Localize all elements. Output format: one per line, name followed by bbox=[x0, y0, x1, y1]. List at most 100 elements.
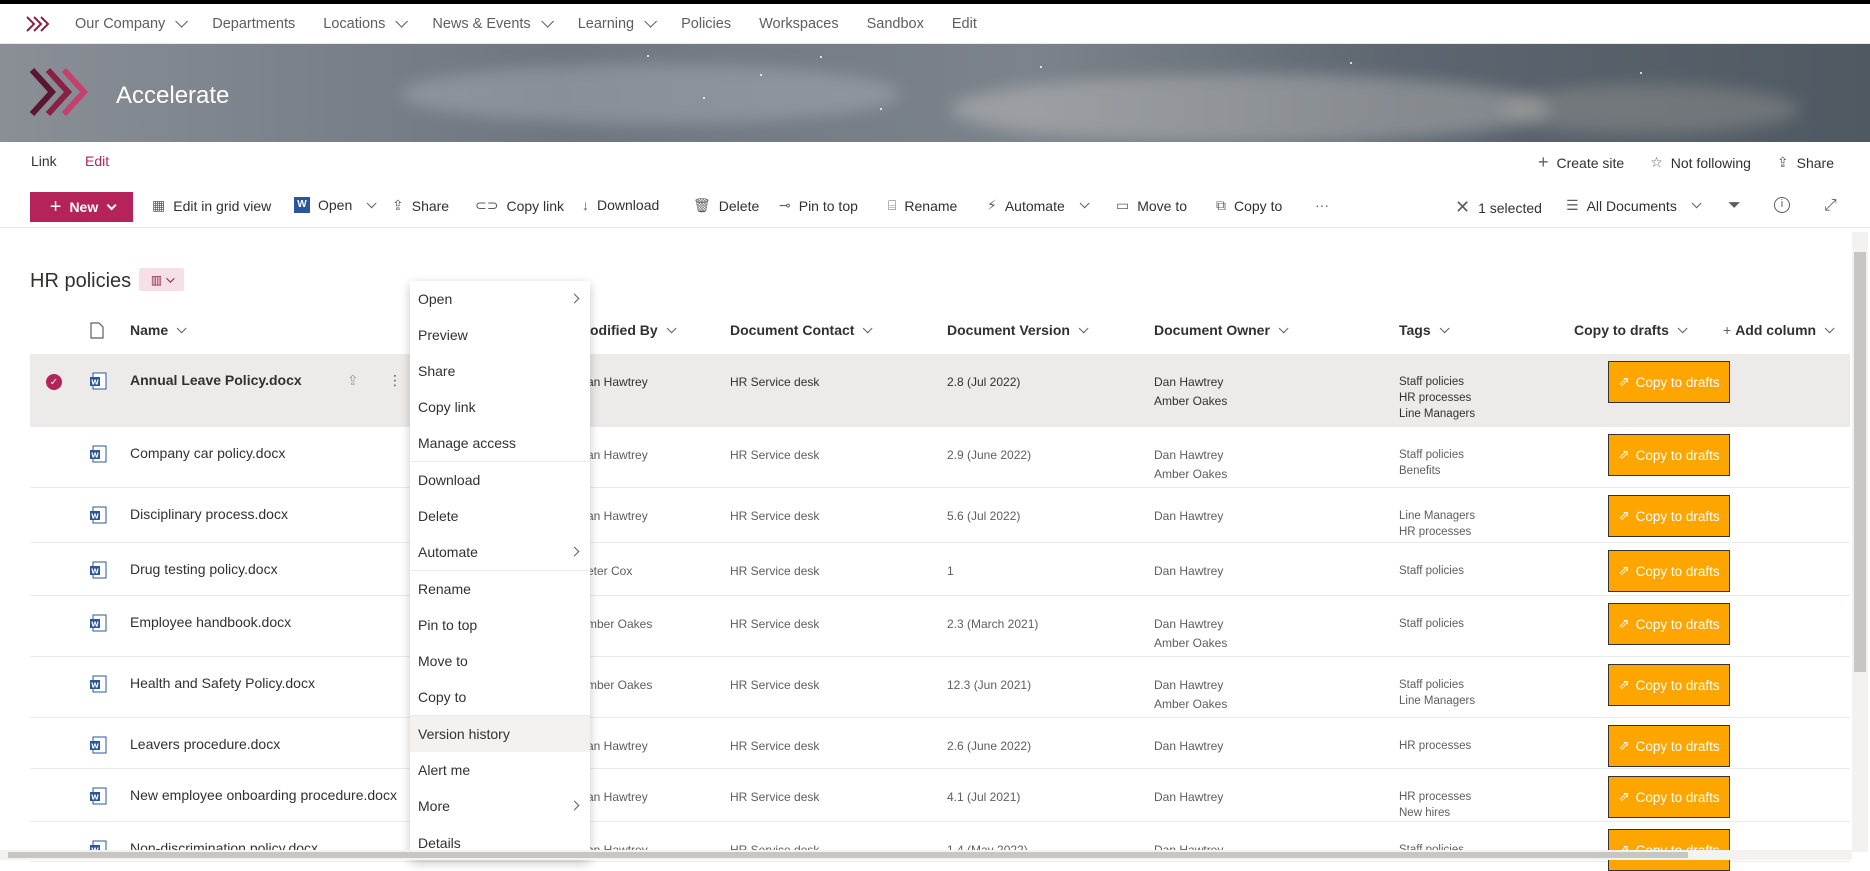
nav-edit[interactable]: Edit bbox=[85, 153, 109, 169]
document-owner[interactable]: Dan Hawtrey bbox=[1154, 616, 1223, 632]
menu-item-version-history[interactable]: Version history bbox=[410, 716, 590, 752]
tag[interactable]: HR processes bbox=[1399, 390, 1471, 406]
horizontal-scrollbar[interactable] bbox=[0, 850, 1852, 860]
menu-item-download[interactable]: Download bbox=[410, 462, 590, 498]
table-row[interactable]: ✓ W Annual Leave Policy.docx ⇪ ⋮ an Hawtrey HR… bbox=[30, 354, 1850, 427]
fullscreen-icon[interactable]: ⤢ bbox=[1824, 197, 1837, 215]
menu-item-open[interactable]: Open bbox=[410, 281, 590, 317]
site-title[interactable]: Accelerate bbox=[116, 82, 229, 110]
topnav-item[interactable]: Our Company bbox=[75, 15, 189, 32]
scroll-thumb[interactable] bbox=[8, 852, 1688, 858]
pin-to-top-button[interactable]: ⊸ Pin to top bbox=[779, 197, 858, 214]
table-row[interactable]: W Health and Safety Policy.docx mber Oakes… bbox=[30, 657, 1850, 718]
column-header-contact[interactable]: Document Contact bbox=[730, 322, 874, 338]
tag[interactable]: HR processes bbox=[1399, 524, 1471, 540]
share-icon[interactable]: ⇪ bbox=[347, 372, 359, 388]
create-site-button[interactable]: + Create site bbox=[1538, 152, 1624, 173]
site-logo-icon[interactable] bbox=[28, 66, 94, 121]
more-commands-button[interactable]: ··· bbox=[1315, 197, 1329, 213]
topnav-item[interactable]: Sandbox bbox=[867, 16, 924, 32]
copy-to-drafts-button[interactable]: ⇗ Copy to drafts bbox=[1608, 725, 1730, 767]
scroll-thumb[interactable] bbox=[1854, 252, 1866, 672]
tag[interactable]: Staff policies bbox=[1399, 616, 1464, 632]
document-owner[interactable]: Dan Hawtrey bbox=[1154, 447, 1223, 463]
topnav-item[interactable]: Locations bbox=[323, 15, 409, 32]
document-owner[interactable]: Dan Hawtrey bbox=[1154, 677, 1223, 693]
document-owner[interactable]: Amber Oakes bbox=[1154, 393, 1227, 409]
file-name[interactable]: Employee handbook.docx bbox=[130, 614, 291, 630]
column-header-modified-by[interactable]: odified By bbox=[590, 322, 677, 338]
menu-item-rename[interactable]: Rename bbox=[410, 571, 590, 607]
nav-link[interactable]: Link bbox=[31, 153, 57, 169]
file-name[interactable]: Leavers procedure.docx bbox=[130, 736, 280, 752]
hub-logo-icon[interactable] bbox=[0, 4, 75, 44]
modified-by[interactable]: an Hawtrey bbox=[587, 738, 648, 754]
column-header-copy[interactable]: Copy to drafts bbox=[1574, 322, 1688, 338]
topnav-item[interactable]: Learning bbox=[578, 15, 658, 32]
topnav-item[interactable]: Policies bbox=[681, 16, 731, 32]
tag[interactable]: Staff policies bbox=[1399, 677, 1464, 693]
info-icon[interactable]: i bbox=[1774, 197, 1790, 213]
move-to-button[interactable]: ▭ Move to bbox=[1116, 197, 1187, 214]
rename-button[interactable]: ⌸ Rename bbox=[888, 197, 957, 214]
copy-to-drafts-button[interactable]: ⇗ Copy to drafts bbox=[1608, 495, 1730, 537]
tag[interactable]: Staff policies bbox=[1399, 374, 1464, 390]
column-header-tags[interactable]: Tags bbox=[1399, 322, 1450, 338]
table-row[interactable]: W Drug testing policy.docx eter Cox HR Serv… bbox=[30, 543, 1850, 596]
file-type-header[interactable] bbox=[90, 322, 104, 339]
topnav-item[interactable]: Workspaces bbox=[759, 16, 839, 32]
clear-selection-button[interactable]: ✕ 1 selected bbox=[1455, 197, 1542, 218]
more-vertical-icon[interactable]: ⋮ bbox=[388, 372, 402, 388]
file-name[interactable]: Company car policy.docx bbox=[130, 445, 285, 461]
menu-item-pin-to-top[interactable]: Pin to top bbox=[410, 607, 590, 643]
table-row[interactable]: W Disciplinary process.docx an Hawtrey HR S… bbox=[30, 488, 1850, 543]
tag[interactable]: Staff policies bbox=[1399, 447, 1464, 463]
modified-by[interactable]: an Hawtrey bbox=[587, 374, 648, 390]
document-owner[interactable]: Amber Oakes bbox=[1154, 635, 1227, 651]
document-owner[interactable]: Amber Oakes bbox=[1154, 696, 1227, 712]
library-view-badge[interactable]: ▥ bbox=[139, 268, 184, 291]
document-owner[interactable]: Dan Hawtrey bbox=[1154, 508, 1223, 524]
open-button[interactable]: W Open bbox=[294, 197, 377, 213]
tag[interactable]: Line Managers bbox=[1399, 693, 1475, 709]
file-name[interactable]: Disciplinary process.docx bbox=[130, 506, 288, 522]
document-owner[interactable]: Amber Oakes bbox=[1154, 466, 1227, 482]
topnav-item[interactable]: Edit bbox=[952, 16, 977, 32]
topnav-item[interactable]: News & Events bbox=[432, 15, 554, 32]
tag[interactable]: Staff policies bbox=[1399, 563, 1464, 579]
table-row[interactable]: W Company car policy.docx an Hawtrey HR Ser… bbox=[30, 427, 1850, 488]
vertical-scrollbar[interactable] bbox=[1852, 232, 1868, 852]
copy-link-button[interactable]: ⊂⊃ Copy link bbox=[475, 197, 564, 214]
table-row[interactable]: W Employee handbook.docx mber Oakes HR Serv… bbox=[30, 596, 1850, 657]
view-switcher[interactable]: ☰ All Documents bbox=[1566, 197, 1702, 214]
menu-item-preview[interactable]: Preview bbox=[410, 317, 590, 353]
table-row[interactable]: W Leavers procedure.docx an Hawtrey HR Serv… bbox=[30, 718, 1850, 769]
file-name[interactable]: New employee onboarding procedure.docx bbox=[130, 787, 397, 803]
tag[interactable]: Line Managers bbox=[1399, 508, 1475, 524]
tag[interactable]: New hires bbox=[1399, 805, 1450, 821]
copy-to-drafts-button[interactable]: ⇗ Copy to drafts bbox=[1608, 664, 1730, 706]
topnav-item[interactable]: Departments bbox=[212, 16, 295, 32]
modified-by[interactable]: an Hawtrey bbox=[587, 508, 648, 524]
document-owner[interactable]: Dan Hawtrey bbox=[1154, 789, 1223, 805]
filter-icon[interactable]: ⏷ bbox=[1728, 197, 1741, 215]
menu-item-delete[interactable]: Delete bbox=[410, 498, 590, 534]
menu-item-copy-to[interactable]: Copy to bbox=[410, 679, 590, 715]
column-header-version[interactable]: Document Version bbox=[947, 322, 1089, 338]
document-owner[interactable]: Dan Hawtrey bbox=[1154, 563, 1223, 579]
site-share-button[interactable]: ⇪ Share bbox=[1777, 152, 1834, 173]
document-owner[interactable]: Dan Hawtrey bbox=[1154, 374, 1223, 390]
table-row[interactable]: W New employee onboarding procedure.docx a… bbox=[30, 769, 1850, 822]
row-check-icon[interactable]: ✓ bbox=[46, 374, 62, 390]
tag[interactable]: HR processes bbox=[1399, 738, 1471, 754]
column-header-name[interactable]: Name bbox=[130, 322, 187, 338]
document-owner[interactable]: Dan Hawtrey bbox=[1154, 738, 1223, 754]
menu-item-copy-link[interactable]: Copy link bbox=[410, 389, 590, 425]
add-column-button[interactable]: + Add column bbox=[1723, 322, 1835, 338]
modified-by[interactable]: an Hawtrey bbox=[587, 447, 648, 463]
share-button[interactable]: ⇪ Share bbox=[392, 197, 449, 214]
modified-by[interactable]: mber Oakes bbox=[587, 677, 652, 693]
automate-button[interactable]: ⚡ Automate bbox=[987, 197, 1090, 214]
copy-to-drafts-button[interactable]: ⇗ Copy to drafts bbox=[1608, 550, 1730, 592]
file-name[interactable]: Annual Leave Policy.docx bbox=[130, 372, 302, 388]
